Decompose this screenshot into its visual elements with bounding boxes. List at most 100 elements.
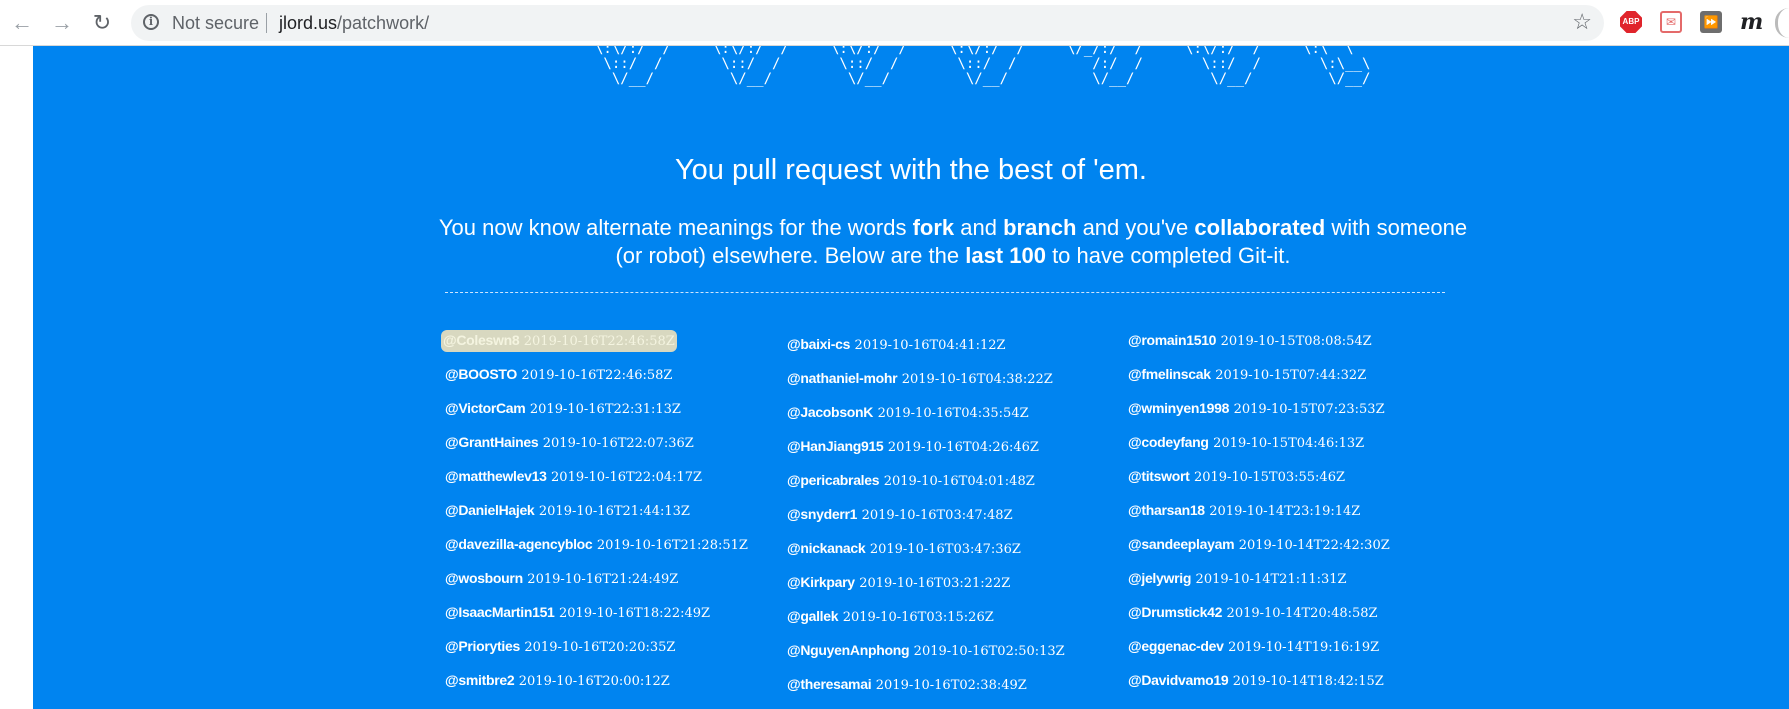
bookmark-star-icon[interactable]: ☆ — [1572, 9, 1592, 35]
completion-entry: @DanielHajek 2019-10-16T21:44:13Z — [445, 502, 748, 536]
completion-timestamp: 2019-10-16T03:47:36Z — [869, 542, 1021, 557]
username-link[interactable]: @nathaniel-mohr — [787, 370, 898, 386]
username-link[interactable]: @matthewlev13 — [445, 468, 547, 484]
completion-entry-text: @nickanack 2019-10-16T03:47:36Z — [787, 540, 1021, 557]
completion-entry: @pericabrales 2019-10-16T04:01:48Z — [787, 472, 1065, 506]
url-path: /patchwork/ — [337, 13, 430, 33]
username-link[interactable]: @theresamai — [787, 676, 872, 692]
username-link[interactable]: @codeyfang — [1128, 434, 1209, 450]
mail-extension-icon[interactable]: ✉ — [1660, 11, 1682, 33]
completion-entry: @Prioryties 2019-10-16T20:20:35Z — [445, 638, 748, 672]
forward-arrow-icon: → — [51, 10, 73, 35]
username-link[interactable]: @jelywrig — [1128, 570, 1191, 586]
forward-button[interactable]: → — [48, 9, 76, 37]
username-link[interactable]: @titswort — [1128, 468, 1190, 484]
completion-timestamp: 2019-10-16T22:07:36Z — [542, 436, 694, 451]
completion-entry: @Coleswn8 2019-10-16T22:46:58Z — [441, 330, 748, 366]
url-text[interactable]: jlord.us/patchwork/ — [279, 13, 429, 34]
reload-icon: ↻ — [92, 10, 112, 35]
completion-entry-text: @HanJiang915 2019-10-16T04:26:46Z — [787, 438, 1039, 455]
completion-entry-text: @IsaacMartin151 2019-10-16T18:22:49Z — [445, 604, 711, 621]
reload-button[interactable]: ↻ — [88, 9, 116, 37]
username-link[interactable]: @gallek — [787, 608, 839, 624]
completion-entry-text: @davezilla-agencybloc 2019-10-16T21:28:5… — [445, 536, 748, 553]
profile-avatar-icon[interactable] — [1775, 8, 1789, 38]
intro-bold-last-100: last 100 — [965, 243, 1046, 268]
completion-entry-text: @baixi-cs 2019-10-16T04:41:12Z — [787, 336, 1006, 353]
username-link[interactable]: @VictorCam — [445, 400, 526, 416]
completion-timestamp: 2019-10-15T07:23:53Z — [1233, 402, 1385, 417]
completion-entry: @Drumstick42 2019-10-14T20:48:58Z — [1128, 604, 1390, 638]
m-extension-glyph: m — [1740, 9, 1764, 35]
username-link[interactable]: @NguyenAnphong — [787, 642, 910, 658]
username-link[interactable]: @Prioryties — [445, 638, 520, 654]
completion-entry: @nickanack 2019-10-16T03:47:36Z — [787, 540, 1065, 574]
completion-entry-text: @Prioryties 2019-10-16T20:20:35Z — [445, 638, 676, 655]
completion-entry-text: @sandeeplayam 2019-10-14T22:42:30Z — [1128, 536, 1390, 553]
username-link[interactable]: @wosbourn — [445, 570, 523, 586]
completion-entry-text: @wminyen1998 2019-10-15T07:23:53Z — [1128, 400, 1385, 417]
completion-entry: @tharsan18 2019-10-14T23:19:14Z — [1128, 502, 1390, 536]
username-link[interactable]: @eggenac-dev — [1128, 638, 1224, 654]
site-info-icon[interactable]: i — [143, 14, 159, 30]
username-link[interactable]: @IsaacMartin151 — [445, 604, 555, 620]
completion-entry: @snyderr1 2019-10-16T03:47:48Z — [787, 506, 1065, 540]
username-link[interactable]: @GrantHaines — [445, 434, 539, 450]
username-link[interactable]: @romain1510 — [1128, 332, 1216, 348]
username-link[interactable]: @HanJiang915 — [787, 438, 884, 454]
completion-entry-text: @snyderr1 2019-10-16T03:47:48Z — [787, 506, 1013, 523]
username-link[interactable]: @DanielHajek — [445, 502, 535, 518]
username-link[interactable]: @fmelinscak — [1128, 366, 1211, 382]
info-glyph: i — [148, 15, 154, 28]
username-link[interactable]: @davezilla-agencybloc — [445, 536, 593, 552]
username-link[interactable]: @JacobsonK — [787, 404, 873, 420]
mail-extension-glyph: ✉ — [1665, 15, 1677, 29]
completion-entry: @VictorCam 2019-10-16T22:31:13Z — [445, 400, 748, 434]
intro-paragraph: You now know alternate meanings for the … — [433, 214, 1473, 270]
username-link[interactable]: @smitbre2 — [445, 672, 515, 688]
username-link[interactable]: @Coleswn8 — [443, 332, 520, 348]
completion-entry: @GrantHaines 2019-10-16T22:07:36Z — [445, 434, 748, 468]
completion-entry-text: @Davidvamo19 2019-10-14T18:42:15Z — [1128, 672, 1384, 689]
completion-timestamp: 2019-10-16T02:50:13Z — [913, 644, 1065, 659]
address-bar[interactable]: i Not secure jlord.us/patchwork/ ☆ — [131, 5, 1604, 41]
username-link[interactable]: @BOOSTO — [445, 366, 517, 382]
m-extension-icon[interactable]: m — [1740, 9, 1764, 35]
adblock-extension-icon[interactable]: ABP — [1620, 11, 1642, 33]
username-link[interactable]: @Kirkpary — [787, 574, 855, 590]
omnibox-divider — [266, 13, 267, 33]
completion-timestamp: 2019-10-16T18:22:49Z — [559, 606, 711, 621]
username-link[interactable]: @pericabrales — [787, 472, 880, 488]
username-link[interactable]: @Davidvamo19 — [1128, 672, 1229, 688]
completion-entry: @wminyen1998 2019-10-15T07:23:53Z — [1128, 400, 1390, 434]
completion-entry-text: @codeyfang 2019-10-15T04:46:13Z — [1128, 434, 1364, 451]
username-link[interactable]: @snyderr1 — [787, 506, 857, 522]
completion-timestamp: 2019-10-14T23:19:14Z — [1209, 504, 1361, 519]
completion-entry-text: @smitbre2 2019-10-16T20:00:12Z — [445, 672, 670, 689]
completions-column-3: @romain1510 2019-10-15T08:08:54Z @fmelins… — [1128, 332, 1390, 706]
username-link[interactable]: @nickanack — [787, 540, 866, 556]
username-link[interactable]: @baixi-cs — [787, 336, 850, 352]
username-link[interactable]: @sandeeplayam — [1128, 536, 1235, 552]
completion-entry-text: @BOOSTO 2019-10-16T22:46:58Z — [445, 366, 672, 383]
completion-timestamp: 2019-10-14T18:42:15Z — [1232, 674, 1384, 689]
completion-timestamp: 2019-10-16T04:41:12Z — [854, 338, 1006, 353]
security-label[interactable]: Not secure — [172, 13, 259, 34]
fast-forward-extension-icon[interactable]: ⏩ — [1700, 11, 1722, 33]
username-link[interactable]: @tharsan18 — [1128, 502, 1205, 518]
completion-entry-text: @matthewlev13 2019-10-16T22:04:17Z — [445, 468, 702, 485]
page-content: \:\/:/ / \:\/:/ / \:\/:/ / \:\/:/ / \/_/… — [33, 46, 1789, 709]
completion-entry: @BOOSTO 2019-10-16T22:46:58Z — [445, 366, 748, 400]
heading-suffix: with the best of 'em. — [881, 154, 1147, 186]
completion-timestamp: 2019-10-16T20:20:35Z — [524, 640, 676, 655]
completion-entry: @matthewlev13 2019-10-16T22:04:17Z — [445, 468, 748, 502]
completion-timestamp: 2019-10-16T02:38:49Z — [875, 678, 1027, 693]
completion-timestamp: 2019-10-16T22:46:58Z — [523, 334, 675, 349]
completion-entry: @Davidvamo19 2019-10-14T18:42:15Z — [1128, 672, 1390, 706]
completion-timestamp: 2019-10-16T03:47:48Z — [861, 508, 1013, 523]
username-link[interactable]: @wminyen1998 — [1128, 400, 1229, 416]
intro-text-3: and you've — [1076, 215, 1195, 240]
completions-column-2: @baixi-cs 2019-10-16T04:41:12Z @nathaniel… — [787, 336, 1065, 709]
username-link[interactable]: @Drumstick42 — [1128, 604, 1222, 620]
back-button[interactable]: ← — [8, 9, 36, 37]
